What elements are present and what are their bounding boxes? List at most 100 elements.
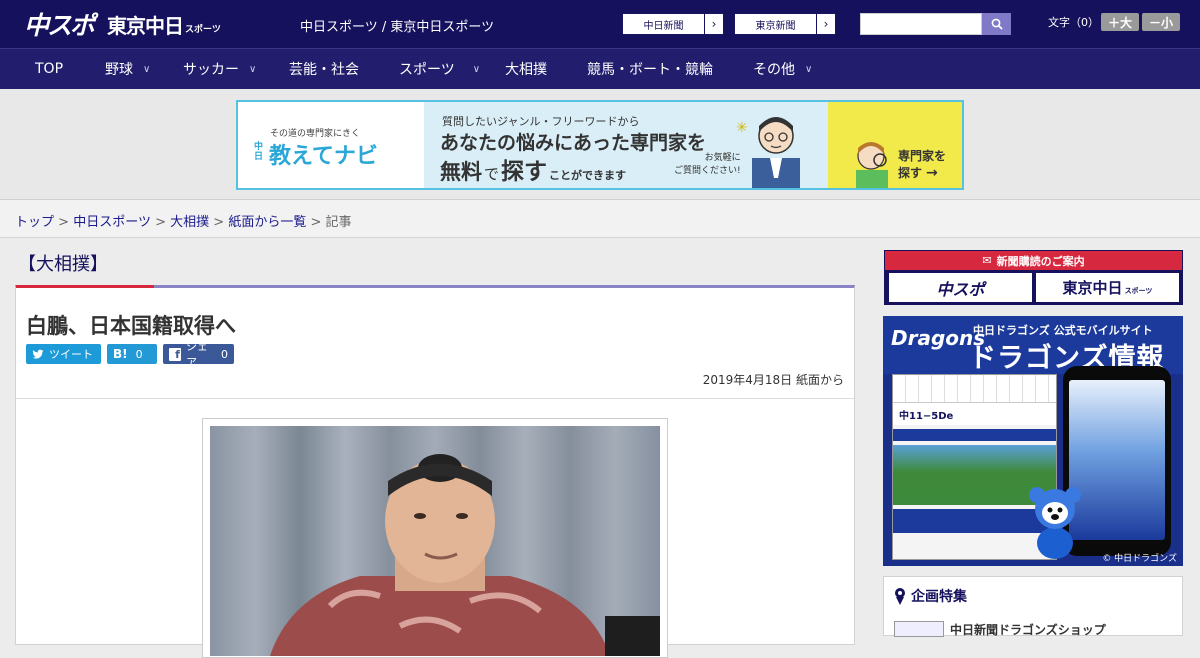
chevron-right-icon: › [711,17,717,31]
main-nav: TOP 野球 ∨ サッカー ∨ 芸能・社会 スポーツ ∨ 大相撲 競馬・ボート・… [0,48,1200,89]
nav-item-others[interactable]: その他 ∨ [753,49,812,89]
breadcrumb-sumo[interactable]: 大相撲 [170,215,209,230]
hatena-bookmark-button[interactable]: B! 0 [107,344,157,364]
subscribe-box: ✉ 新聞購読のご案内 中スポ 東京中日 スポーツ [884,250,1183,305]
newspaper-icon: ✉ [982,254,992,267]
subscribe-header: ✉ 新聞購読のご案内 [885,251,1182,270]
photo-image [210,426,660,656]
chevron-down-icon: ∨ [249,63,257,75]
feature-thumbnail[interactable] [894,621,944,637]
subscribe-tokyo-chunichi-label: 東京中日 [1062,279,1123,297]
dragons-score: 中11−5De [893,403,1056,425]
nav-item-soccer[interactable]: サッカー ∨ [183,49,256,89]
top-bar: 中スポ 東京中日 スポーツ 中日スポーツ / 東京中日スポーツ 中日新聞 › 東… [0,0,1200,48]
article-photo [202,418,668,658]
banner-brand-name: 教えてナビ [269,144,378,169]
accent-bar [16,285,154,288]
oshiete-navi-banner[interactable]: その道の専門家にきく 中日 教えてナビ 質問したいジャンル・フリーワードから あ… [236,100,964,190]
banner-cta-line1: 専門家を [898,149,947,163]
banner-can: ことができます [549,169,627,182]
search-icon [991,18,1003,30]
sumo-wrestler-photo-icon [270,454,660,656]
divider [16,398,854,399]
article-date: 2019年4月18日 紙面から [702,373,844,387]
banner-line3: 無料 で 探す ことができます [440,152,626,186]
consultant-illustration-icon: ✳ [736,117,800,188]
chunichi-shimbun-label: 中日新聞 [623,14,705,34]
banner-cta-line2: 探す [898,166,923,180]
subscribe-tokyo-chunichi-button[interactable]: 東京中日 スポーツ [1036,273,1179,302]
nav-item-baseball[interactable]: 野球 ∨ [105,49,150,89]
nav-item-label: その他 [753,62,795,78]
logo-chuspo: 中スポ [24,11,95,40]
breadcrumb-separator: > [213,215,225,230]
scoreboard [893,375,1056,403]
feature-box: 企画特集 中日新聞ドラゴンズショップ [883,576,1183,637]
chevron-down-icon: ∨ [805,63,813,75]
facebook-share-label: シェア [185,340,208,369]
banner-cta[interactable]: 専門家を 探す → [828,102,962,188]
feature-title: 企画特集 [911,589,967,605]
site-links[interactable]: 中日スポーツ / 東京中日スポーツ [300,16,494,35]
twitter-icon [32,349,44,359]
chevron-down-icon: ∨ [472,63,481,75]
tweet-button[interactable]: ツイート [26,344,101,364]
tokyo-shimbun-label: 東京新聞 [735,14,817,34]
article-card: 白鵬、日本国籍取得へ ツイート B! 0 f シェア 0 2019年4月18日 … [15,285,855,658]
nav-item-label: サッカー [183,62,239,78]
hatena-count: 0 [135,347,143,361]
chevron-down-icon: ∨ [143,63,151,75]
doala-mascot-icon [1029,487,1081,559]
hatena-icon: B! [113,347,128,361]
arrow-right-icon: → [926,164,938,181]
nav-item-racing[interactable]: 競馬・ボート・競輪 [587,49,713,89]
nav-item-label: 芸能・社会 [289,62,359,78]
facebook-icon: f [169,347,181,361]
nav-item-top[interactable]: TOP [35,49,63,89]
font-size-label: 文字（0） [1048,16,1099,29]
banner-line2: あなたの悩みにあった専門家を [440,132,707,154]
tweet-label: ツイート [49,348,93,361]
chunichi-shimbun-button[interactable]: 中日新聞 › [622,13,724,35]
facebook-share-button[interactable]: f シェア 0 [163,340,234,369]
breadcrumb-chunichi-sports[interactable]: 中日スポーツ [73,215,151,230]
facebook-count: 0 [221,347,228,361]
font-larger-button[interactable]: ＋大 [1101,13,1139,31]
status-strip [893,429,1056,441]
dragons-footer: © 中日ドラゴンズ [1102,554,1177,564]
search-button[interactable] [982,13,1011,35]
nav-item-sumo[interactable]: 大相撲 [505,49,547,89]
subscribe-title: 新聞購読のご案内 [996,254,1085,268]
tokyo-shimbun-button[interactable]: 東京新聞 › [734,13,836,35]
breadcrumb-separator: > [155,215,166,230]
font-smaller-button[interactable]: －小 [1142,13,1180,31]
svg-text:✳: ✳ [736,120,748,136]
breadcrumb: トップ > 中日スポーツ > 大相撲 > 紙面から一覧 > 記事 [15,211,352,230]
banner-de: で [484,165,500,183]
nav-item-label: スポーツ [399,62,455,78]
nav-item-label: 野球 [105,62,133,78]
nav-item-entertainment[interactable]: 芸能・社会 [289,49,359,89]
search-input[interactable] [860,13,982,35]
subscribe-chuspo-button[interactable]: 中スポ [889,273,1032,302]
dragons-ad-banner[interactable]: Dragons 中日ドラゴンズ 公式モバイルサイト ドラゴンズ情報 中11−5D… [883,316,1183,566]
banner-free: 無料 [440,160,482,184]
nav-item-label: 競馬・ボート・競輪 [587,62,713,78]
banner-line1: 質問したいジャンル・フリーワードから [442,115,640,128]
feature-header: 企画特集 [894,586,967,606]
subscribe-sports-small: スポーツ [1124,286,1153,295]
medal-icon [895,588,905,605]
breadcrumb-top[interactable]: トップ [15,215,54,230]
article-category: 【大相撲】 [18,254,108,275]
nav-item-label: TOP [35,61,64,77]
banner-aside: お気軽に ご質問ください! [674,153,741,176]
site-logo[interactable]: 中スポ 東京中日 スポーツ [24,8,221,40]
logo-sports-small: スポーツ [185,24,221,35]
nav-item-sports[interactable]: スポーツ ∨ [399,49,480,89]
ad-area: その道の専門家にきく 中日 教えてナビ 質問したいジャンル・フリーワードから あ… [0,89,1200,200]
banner-cta-line2-wrap: 探す → [898,164,938,181]
breadcrumb-current: 記事 [325,215,352,230]
article-title: 白鵬、日本国籍取得へ [26,314,236,338]
breadcrumb-paper-list[interactable]: 紙面から一覧 [228,215,306,230]
nav-item-label: 大相撲 [505,62,547,78]
